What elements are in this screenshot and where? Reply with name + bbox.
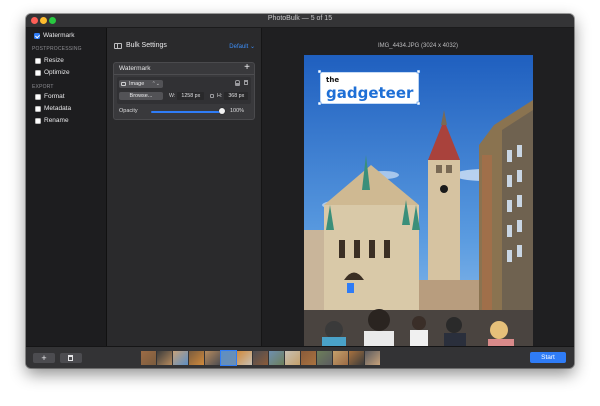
sidebar-item-resize[interactable]: Resize bbox=[35, 56, 64, 65]
thumbnail[interactable] bbox=[157, 351, 172, 365]
thumbnail[interactable] bbox=[317, 351, 332, 365]
watermark-type-select[interactable]: Image ⌃⌄ bbox=[119, 80, 163, 88]
sidebar-item-label: Resize bbox=[44, 57, 64, 64]
browse-button[interactable]: Browse... bbox=[119, 92, 163, 100]
link-dimensions-icon[interactable] bbox=[210, 94, 214, 98]
thumbnail[interactable] bbox=[349, 351, 364, 365]
sidebar-item-optimize[interactable]: Optimize bbox=[35, 68, 70, 77]
trash-icon bbox=[68, 355, 73, 361]
start-button[interactable]: Start bbox=[530, 352, 566, 363]
resize-checkbox[interactable] bbox=[35, 57, 41, 64]
metadata-checkbox[interactable] bbox=[35, 105, 41, 112]
width-label: W: bbox=[169, 93, 176, 99]
rename-checkbox[interactable] bbox=[35, 117, 41, 124]
sidebar-item-format[interactable]: Format bbox=[35, 92, 65, 101]
thumbnail[interactable] bbox=[237, 351, 252, 365]
thumbnail-strip bbox=[141, 350, 380, 366]
opacity-label: Opacity bbox=[119, 108, 138, 114]
opacity-slider-knob[interactable] bbox=[219, 108, 225, 114]
watermark-panel-header: Watermark + bbox=[114, 62, 254, 75]
section-title-export: EXPORT bbox=[32, 84, 54, 90]
sidebar-item-metadata[interactable]: Metadata bbox=[35, 104, 71, 113]
preview-photo[interactable]: the gadgeteer bbox=[304, 55, 533, 360]
settings-title: Bulk Settings bbox=[126, 42, 167, 49]
settings-panel: Bulk Settings Default ⌄ Watermark + Imag… bbox=[107, 28, 262, 346]
section-title-postprocessing: POSTPROCESSING bbox=[32, 46, 82, 52]
sidebar-item-rename[interactable]: Rename bbox=[35, 116, 69, 125]
thumbnail[interactable] bbox=[253, 351, 268, 365]
thumbnail[interactable] bbox=[220, 350, 237, 366]
thumbnail[interactable] bbox=[189, 351, 204, 365]
format-checkbox[interactable] bbox=[35, 93, 41, 100]
watermark-panel-title: Watermark bbox=[119, 65, 151, 72]
title-bar: PhotoBulk — 5 of 15 bbox=[26, 14, 574, 28]
thumbnail[interactable] bbox=[173, 351, 188, 365]
app-window: PhotoBulk — 5 of 15 Watermark POSTPROCES… bbox=[26, 14, 574, 368]
remove-images-button[interactable] bbox=[60, 353, 82, 363]
window-title: PhotoBulk — 5 of 15 bbox=[267, 15, 333, 22]
sidebar-item-label: Metadata bbox=[44, 105, 72, 112]
image-icon bbox=[121, 82, 126, 86]
opacity-slider-track[interactable] bbox=[151, 111, 223, 113]
thumbnail[interactable] bbox=[333, 351, 348, 365]
thumbnail[interactable] bbox=[141, 351, 156, 365]
thumbnail[interactable] bbox=[285, 351, 300, 365]
sidebar-item-label: Watermark bbox=[43, 32, 75, 39]
opacity-value: 100% bbox=[230, 108, 245, 114]
add-watermark-button[interactable]: + bbox=[244, 62, 250, 73]
height-field[interactable]: H: 368 px bbox=[217, 92, 249, 100]
sidebar-item-label: Optimize bbox=[44, 69, 70, 76]
select-arrows-icon: ⌃⌄ bbox=[151, 81, 160, 87]
sidebar-toggle-icon[interactable] bbox=[114, 42, 122, 49]
lock-icon[interactable] bbox=[235, 80, 240, 86]
preset-dropdown[interactable]: Default ⌄ bbox=[229, 43, 255, 50]
add-images-button[interactable]: + bbox=[33, 353, 55, 363]
watermark-panel: Watermark + Image ⌃⌄ Browse... W: 1258 px… bbox=[113, 62, 255, 120]
height-value[interactable]: 368 px bbox=[224, 92, 249, 100]
optimize-checkbox[interactable] bbox=[35, 69, 41, 76]
thumbnail[interactable] bbox=[301, 351, 316, 365]
watermark-layer: Image ⌃⌄ Browse... W: 1258 px H: 368 px bbox=[117, 77, 251, 104]
sidebar-item-label: Format bbox=[44, 93, 65, 100]
sidebar-item-label: Rename bbox=[44, 117, 69, 124]
watermark-text-main: gadgeteer bbox=[326, 84, 414, 102]
bottom-toolbar: + Start bbox=[26, 346, 574, 368]
image-caption: IMG_4434.JPG (3024 x 4032) bbox=[377, 43, 459, 49]
watermark-checkbox[interactable] bbox=[34, 32, 40, 39]
thumbnail[interactable] bbox=[269, 351, 284, 365]
height-label: H: bbox=[217, 93, 223, 99]
settings-header: Bulk Settings bbox=[114, 42, 167, 49]
watermark-type-value: Image bbox=[129, 81, 145, 87]
delete-layer-icon[interactable] bbox=[244, 80, 248, 85]
width-value[interactable]: 1258 px bbox=[177, 92, 205, 100]
width-field[interactable]: W: 1258 px bbox=[169, 92, 205, 100]
thumbnail[interactable] bbox=[365, 351, 380, 365]
sidebar-item-watermark[interactable]: Watermark bbox=[34, 31, 75, 40]
sidebar: Watermark POSTPROCESSING Resize Optimize… bbox=[26, 28, 107, 346]
thumbnail[interactable] bbox=[205, 351, 220, 365]
watermark-text-top: the bbox=[326, 76, 339, 84]
preview-area: IMG_4434.JPG (3024 x 4032) the gadgeteer bbox=[262, 28, 574, 360]
